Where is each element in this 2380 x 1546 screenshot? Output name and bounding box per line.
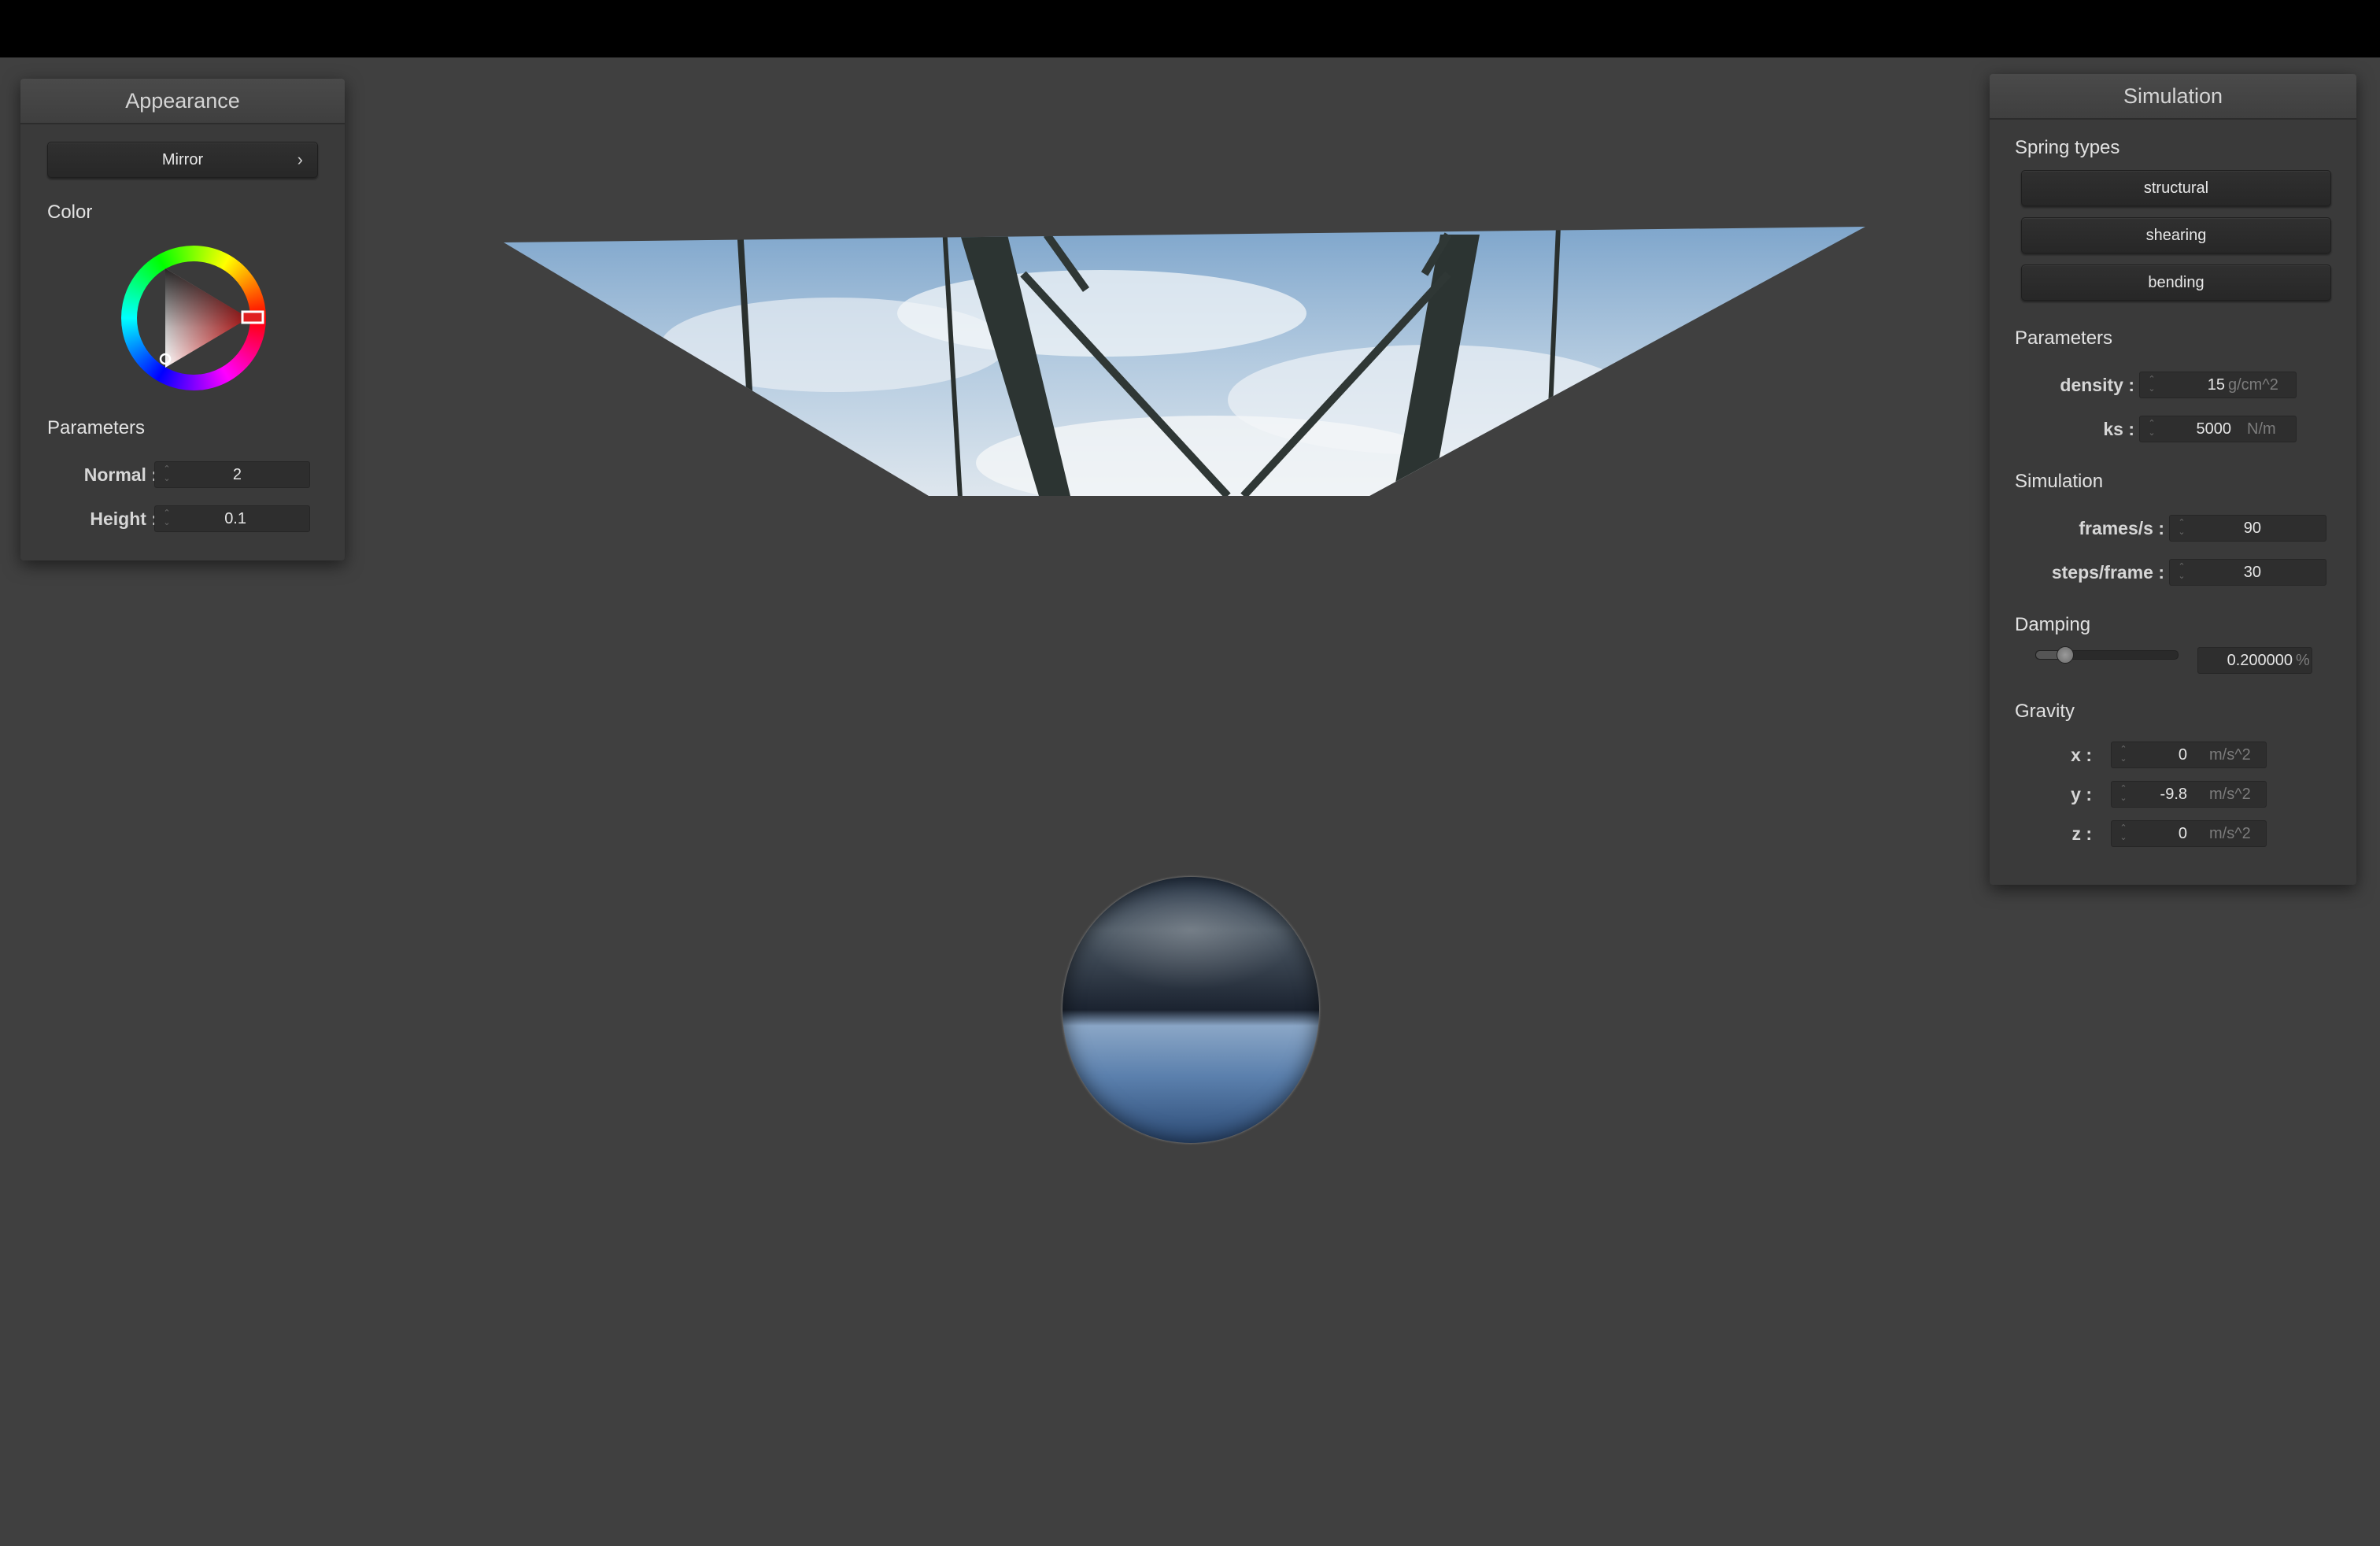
gravity-z-input[interactable]: ⌃ ⌄ 0 m/s^2 <box>2111 820 2267 847</box>
gravity-x-input[interactable]: ⌃ ⌄ 0 m/s^2 <box>2111 742 2267 768</box>
structural-button[interactable]: structural <box>2021 170 2331 206</box>
hue-selector-handle <box>241 310 264 324</box>
shearing-button[interactable]: shearing <box>2021 217 2331 253</box>
material-dropdown-button[interactable]: Mirror › <box>47 142 318 178</box>
appearance-panel: Appearance Mirror › Color Parameters Nor… <box>20 79 345 560</box>
damping-section-title: Damping <box>2015 614 2091 635</box>
simulation-panel-title[interactable]: Simulation <box>1990 74 2356 120</box>
density-label: density : <box>2060 375 2134 395</box>
steps-per-frame-label: steps/frame : <box>2051 562 2164 583</box>
normal-label: Normal : <box>83 464 157 485</box>
material-dropdown-label: Mirror <box>161 151 204 168</box>
steps-per-frame-input[interactable]: ⌃ ⌄ 30 <box>2169 559 2326 586</box>
damping-input[interactable]: 0.200000 % <box>2197 647 2312 674</box>
window-top-bar <box>0 0 2380 57</box>
damping-slider-handle[interactable] <box>2057 646 2074 664</box>
simulation-section-title: Simulation <box>2015 471 2104 492</box>
normal-input[interactable]: ⌃ ⌄ 2 <box>154 461 310 488</box>
gravity-section-title: Gravity <box>2015 701 2075 722</box>
ks-input[interactable]: ⌃ ⌄ 5000 N/m <box>2139 416 2297 442</box>
height-input[interactable]: ⌃ ⌄ 0.1 <box>154 505 310 532</box>
color-section-title: Color <box>47 202 93 223</box>
mirror-sphere <box>1062 877 1319 1143</box>
gravity-z-label: z : <box>2071 823 2092 844</box>
height-label: Height : <box>90 509 157 529</box>
gravity-y-label: y : <box>2071 784 2092 804</box>
appearance-panel-title[interactable]: Appearance <box>20 79 345 124</box>
damping-slider[interactable] <box>2035 646 2179 664</box>
appearance-parameters-title: Parameters <box>47 417 146 438</box>
chevron-right-icon: › <box>297 150 303 169</box>
simulation-panel: Simulation Spring types structural shear… <box>1990 74 2356 885</box>
spring-types-title: Spring types <box>2015 137 2120 158</box>
cloth-plane <box>504 227 1865 496</box>
density-input[interactable]: ⌃ ⌄ 15 g/cm^2 <box>2139 372 2297 398</box>
ks-label: ks : <box>2103 419 2134 439</box>
frames-per-second-label: frames/s : <box>2079 518 2164 538</box>
gravity-x-label: x : <box>2071 745 2092 765</box>
gravity-y-input[interactable]: ⌃ ⌄ -9.8 m/s^2 <box>2111 781 2267 808</box>
frames-per-second-input[interactable]: ⌃ ⌄ 90 <box>2169 515 2326 542</box>
simulation-parameters-title: Parameters <box>2015 327 2113 349</box>
bending-button[interactable]: bending <box>2021 264 2331 301</box>
color-wheel[interactable] <box>115 239 272 397</box>
